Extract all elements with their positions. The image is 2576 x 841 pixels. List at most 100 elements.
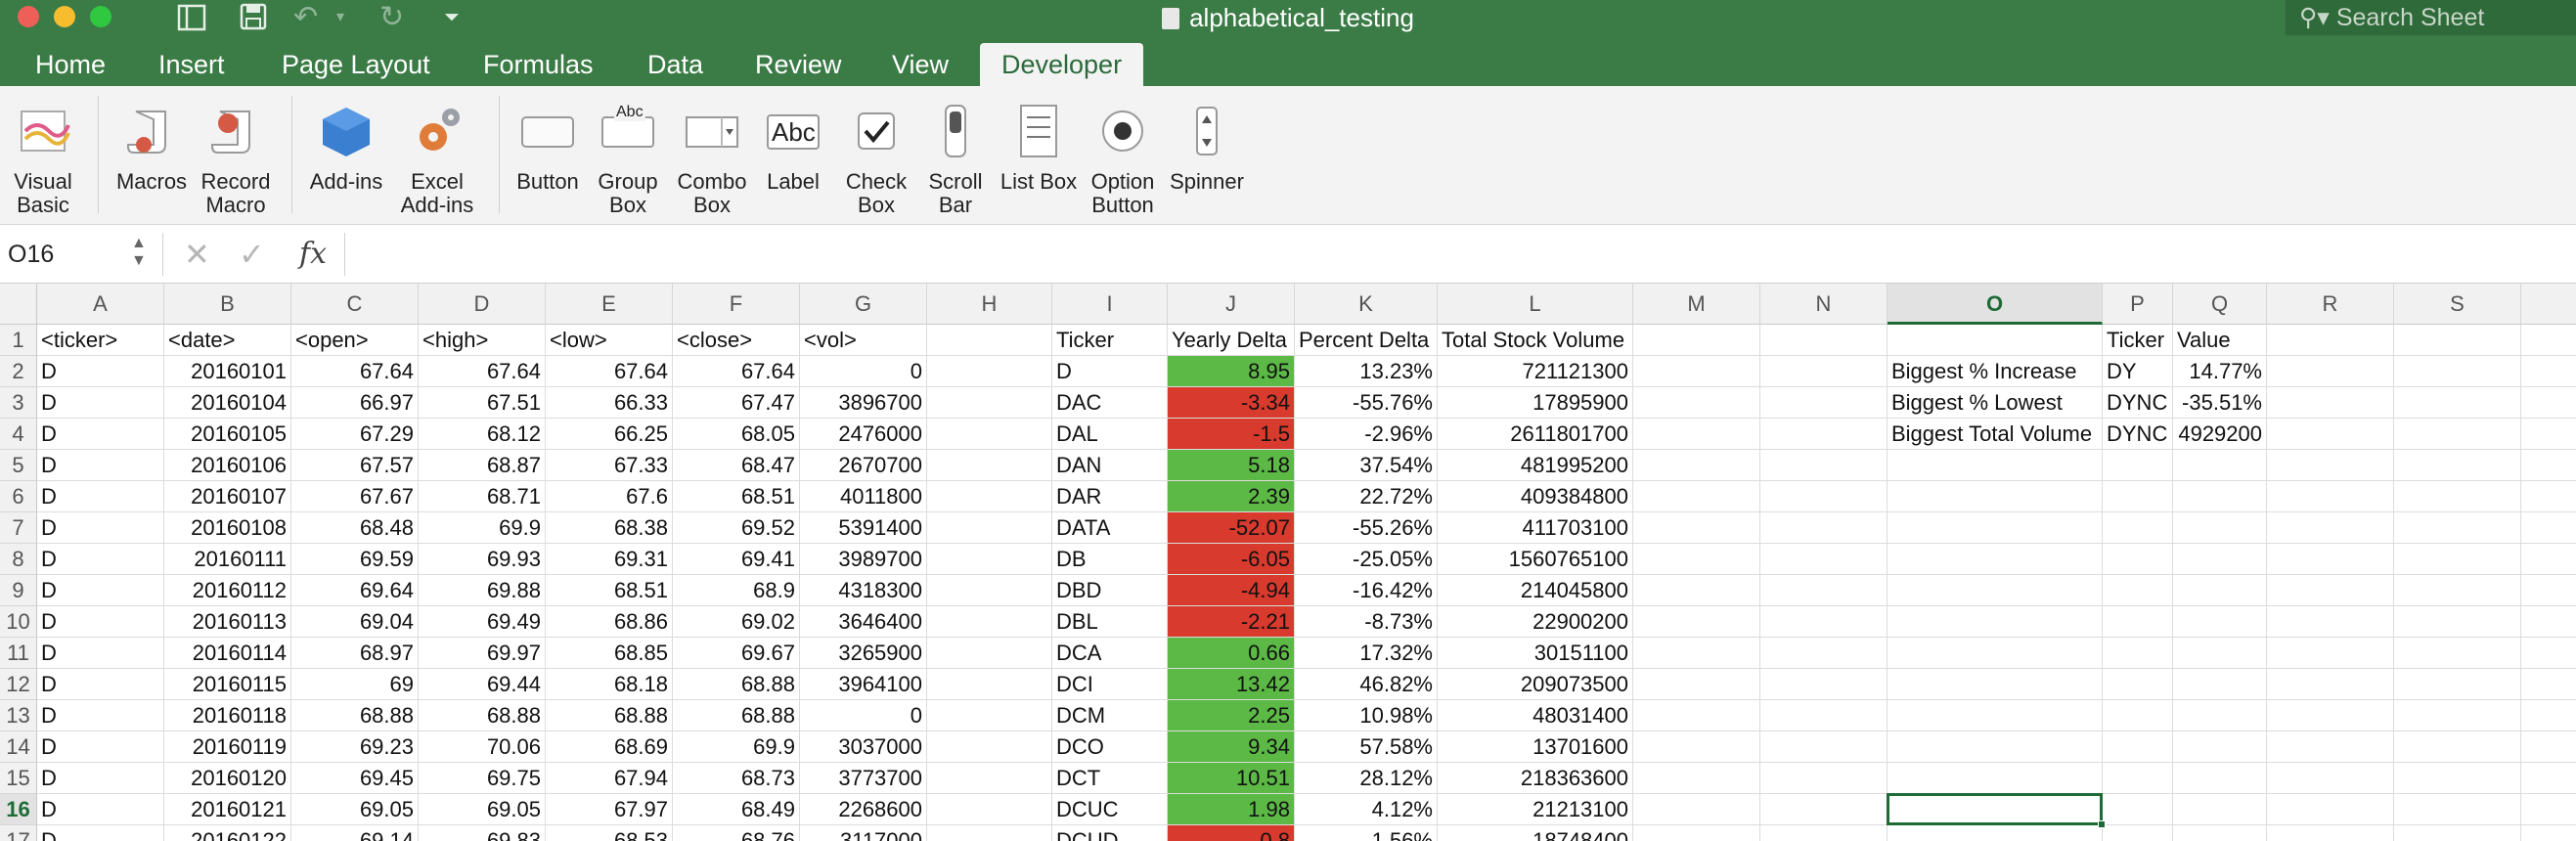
- cell-r5[interactable]: [2267, 450, 2394, 481]
- cell-r14[interactable]: [2267, 731, 2394, 763]
- column-header-e[interactable]: E: [546, 284, 673, 325]
- cell-j2[interactable]: 8.95: [1168, 356, 1295, 387]
- cell-b12[interactable]: 20160115: [164, 669, 291, 700]
- cell-o13[interactable]: [1888, 700, 2103, 731]
- row-header-10[interactable]: 10: [0, 606, 37, 638]
- cell-j8[interactable]: -6.05: [1168, 544, 1295, 575]
- column-header-a[interactable]: A: [37, 284, 164, 325]
- cell-b15[interactable]: 20160120: [164, 763, 291, 794]
- cell-n6[interactable]: [1760, 481, 1888, 512]
- column-header-h[interactable]: H: [927, 284, 1052, 325]
- cell-c14[interactable]: 69.23: [291, 731, 419, 763]
- cell-c9[interactable]: 69.64: [291, 575, 419, 606]
- option-button-control[interactable]: Option Button: [1080, 86, 1166, 225]
- cell-c16[interactable]: 69.05: [291, 794, 419, 825]
- row-header-11[interactable]: 11: [0, 638, 37, 669]
- cell-a2[interactable]: D: [37, 356, 164, 387]
- cell-j4[interactable]: -1.5: [1168, 419, 1295, 450]
- tab-insert[interactable]: Insert: [158, 35, 225, 86]
- cell-e11[interactable]: 68.85: [546, 638, 673, 669]
- cell-e2[interactable]: 67.64: [546, 356, 673, 387]
- cell-p16[interactable]: [2103, 794, 2173, 825]
- cell-d6[interactable]: 68.71: [419, 481, 546, 512]
- cell-t8[interactable]: [2521, 544, 2576, 575]
- cell-n15[interactable]: [1760, 763, 1888, 794]
- cell-t14[interactable]: [2521, 731, 2576, 763]
- cell-f12[interactable]: 68.88: [673, 669, 800, 700]
- cell-n14[interactable]: [1760, 731, 1888, 763]
- column-header-q[interactable]: Q: [2173, 284, 2267, 325]
- cell-t12[interactable]: [2521, 669, 2576, 700]
- cell-t11[interactable]: [2521, 638, 2576, 669]
- cell-a7[interactable]: D: [37, 512, 164, 544]
- column-header-o[interactable]: O: [1888, 284, 2103, 325]
- cell-k7[interactable]: -55.26%: [1295, 512, 1438, 544]
- cell-m10[interactable]: [1633, 606, 1760, 638]
- cell-m3[interactable]: [1633, 387, 1760, 419]
- cell-s10[interactable]: [2394, 606, 2521, 638]
- cell-r15[interactable]: [2267, 763, 2394, 794]
- cell-t6[interactable]: [2521, 481, 2576, 512]
- cell-l5[interactable]: 481995200: [1438, 450, 1633, 481]
- cell-r17[interactable]: [2267, 825, 2394, 841]
- cell-b3[interactable]: 20160104: [164, 387, 291, 419]
- cell-p5[interactable]: [2103, 450, 2173, 481]
- cell-j10[interactable]: -2.21: [1168, 606, 1295, 638]
- cell-h2[interactable]: [927, 356, 1052, 387]
- cell-s1[interactable]: [2394, 325, 2521, 356]
- cell-b8[interactable]: 20160111: [164, 544, 291, 575]
- column-header-l[interactable]: L: [1438, 284, 1633, 325]
- cell-e7[interactable]: 68.38: [546, 512, 673, 544]
- cell-e14[interactable]: 68.69: [546, 731, 673, 763]
- cell-r13[interactable]: [2267, 700, 2394, 731]
- cell-n11[interactable]: [1760, 638, 1888, 669]
- group-box-control[interactable]: Abc Group Box: [589, 86, 667, 225]
- cell-c1[interactable]: <open>: [291, 325, 419, 356]
- add-ins-button[interactable]: Add-ins: [299, 86, 393, 225]
- cell-k14[interactable]: 57.58%: [1295, 731, 1438, 763]
- cell-j17[interactable]: -0.8: [1168, 825, 1295, 841]
- row-header-6[interactable]: 6: [0, 481, 37, 512]
- cell-f9[interactable]: 68.9: [673, 575, 800, 606]
- column-header-c[interactable]: C: [291, 284, 419, 325]
- cell-d8[interactable]: 69.93: [419, 544, 546, 575]
- cell-o6[interactable]: [1888, 481, 2103, 512]
- cell-m12[interactable]: [1633, 669, 1760, 700]
- cell-i6[interactable]: DAR: [1052, 481, 1168, 512]
- name-box-dropdown-icon[interactable]: ▲ ▼: [131, 235, 147, 270]
- cell-g4[interactable]: 2476000: [800, 419, 927, 450]
- cell-q1[interactable]: Value: [2173, 325, 2267, 356]
- cell-q17[interactable]: [2173, 825, 2267, 841]
- cell-a12[interactable]: D: [37, 669, 164, 700]
- cell-j14[interactable]: 9.34: [1168, 731, 1295, 763]
- row-header-14[interactable]: 14: [0, 731, 37, 763]
- cell-d4[interactable]: 68.12: [419, 419, 546, 450]
- cell-b13[interactable]: 20160118: [164, 700, 291, 731]
- cell-r1[interactable]: [2267, 325, 2394, 356]
- cell-n1[interactable]: [1760, 325, 1888, 356]
- column-header-f[interactable]: F: [673, 284, 800, 325]
- column-header-p[interactable]: P: [2103, 284, 2173, 325]
- cell-k12[interactable]: 46.82%: [1295, 669, 1438, 700]
- cell-t10[interactable]: [2521, 606, 2576, 638]
- row-header-3[interactable]: 3: [0, 387, 37, 419]
- cell-h6[interactable]: [927, 481, 1052, 512]
- cell-r9[interactable]: [2267, 575, 2394, 606]
- cell-s3[interactable]: [2394, 387, 2521, 419]
- cell-s4[interactable]: [2394, 419, 2521, 450]
- column-header-k[interactable]: K: [1295, 284, 1438, 325]
- cell-l15[interactable]: 218363600: [1438, 763, 1633, 794]
- cell-e17[interactable]: 68.53: [546, 825, 673, 841]
- cell-a4[interactable]: D: [37, 419, 164, 450]
- cell-h17[interactable]: [927, 825, 1052, 841]
- cell-c8[interactable]: 69.59: [291, 544, 419, 575]
- cell-h8[interactable]: [927, 544, 1052, 575]
- cell-b7[interactable]: 20160108: [164, 512, 291, 544]
- cell-f13[interactable]: 68.88: [673, 700, 800, 731]
- cell-q2[interactable]: 14.77%: [2173, 356, 2267, 387]
- cell-o17[interactable]: [1888, 825, 2103, 841]
- cell-k10[interactable]: -8.73%: [1295, 606, 1438, 638]
- cell-n13[interactable]: [1760, 700, 1888, 731]
- cell-a5[interactable]: D: [37, 450, 164, 481]
- cell-a10[interactable]: D: [37, 606, 164, 638]
